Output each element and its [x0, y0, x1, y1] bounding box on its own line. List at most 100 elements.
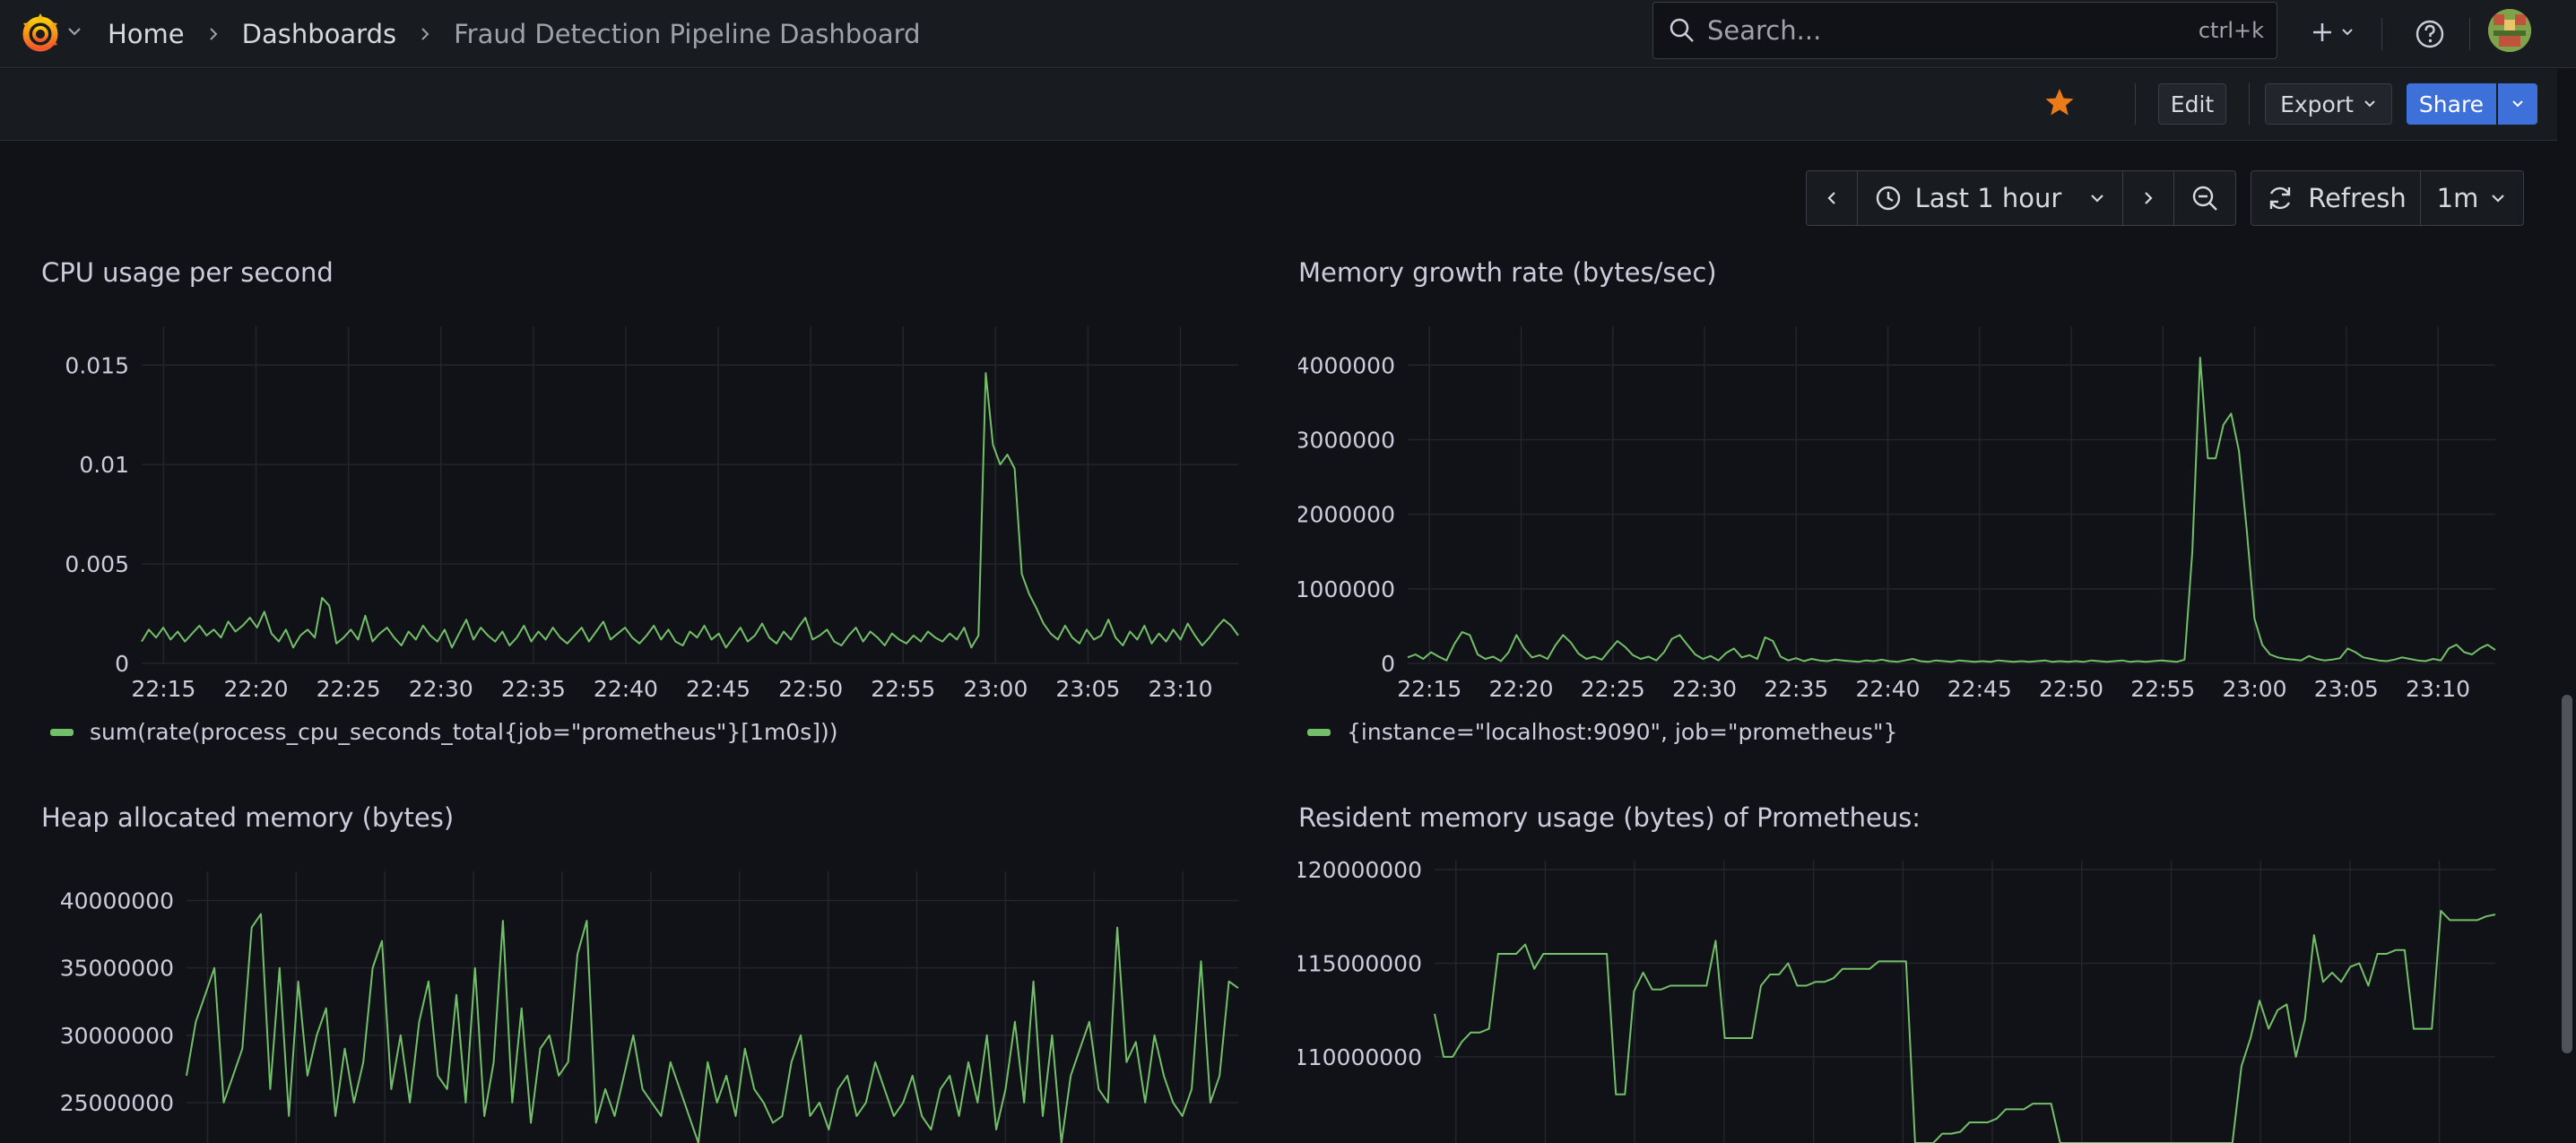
star-icon[interactable] — [2042, 85, 2077, 121]
divider — [2135, 83, 2136, 125]
dashboard-toolbar: Edit Export Share — [0, 69, 2557, 141]
chevron-down-icon — [2512, 100, 2523, 108]
page-scrollbar-thumb[interactable] — [2562, 695, 2572, 1053]
chevron-down-icon — [2091, 195, 2104, 203]
x-tick-label: 23:00 — [963, 676, 1028, 702]
new-menu-button[interactable] — [2304, 14, 2362, 50]
chevron-down-icon[interactable] — [65, 22, 84, 41]
help-icon[interactable] — [2412, 16, 2448, 52]
clock-icon — [1876, 186, 1900, 211]
time-range-label: Last 1 hour — [1914, 183, 2062, 213]
divider — [2249, 83, 2250, 125]
x-tick-label: 22:30 — [409, 676, 473, 702]
x-tick-label: 22:35 — [1764, 676, 1828, 702]
refresh-interval-label: 1m — [2436, 183, 2479, 213]
panel-memory-growth-rate[interactable]: Memory growth rate (bytes/sec) 0 1000000 2… — [1298, 257, 2504, 759]
breadcrumb-current-dashboard: Fraud Detection Pipeline Dashboard — [454, 19, 921, 49]
search-box[interactable]: ctrl+k — [1652, 2, 2277, 59]
x-tick-label: 22:40 — [1856, 676, 1921, 702]
y-tick-label: 40000000 — [60, 888, 174, 914]
x-tick-label: 22:20 — [224, 676, 289, 702]
chart-legend[interactable]: sum(rate(process_cpu_seconds_total{job="… — [50, 719, 838, 745]
x-tick-label: 22:30 — [1672, 676, 1737, 702]
chevron-right-icon — [209, 28, 218, 40]
y-tick-label: 0.005 — [65, 551, 129, 577]
x-tick-label: 23:10 — [1149, 676, 1213, 702]
y-tick-label: 1000000 — [1298, 576, 1395, 602]
chevron-down-icon — [2492, 195, 2505, 203]
x-tick-label: 23:00 — [2223, 676, 2287, 702]
x-tick-label: 23:05 — [1055, 676, 1120, 702]
x-tick-label: 22:20 — [1488, 676, 1553, 702]
refresh-interval-picker[interactable]: 1m — [2420, 170, 2524, 226]
y-tick-label: 4000000 — [1298, 352, 1395, 378]
y-tick-label: 25000000 — [60, 1090, 174, 1116]
y-tick-label: 2000000 — [1298, 502, 1395, 528]
series-line[interactable] — [186, 913, 1239, 1143]
y-tick-label: 0 — [115, 651, 129, 677]
x-tick-label: 22:35 — [501, 676, 566, 702]
breadcrumb-dashboards[interactable]: Dashboards — [242, 19, 396, 49]
plus-icon — [2313, 23, 2331, 41]
time-range-picker[interactable]: Last 1 hour — [1857, 170, 2123, 226]
share-options-button[interactable] — [2498, 83, 2537, 125]
zoom-out-icon — [2192, 186, 2217, 211]
chevron-right-icon — [421, 28, 429, 40]
refresh-icon — [2270, 186, 2291, 210]
cpu-usage-chart[interactable]: 0 0.005 0.01 0.015 22:15 22:20 22:25 22:30 22:35… — [41, 257, 1247, 714]
y-tick-label: 0 — [1381, 651, 1395, 677]
legend-color-swatch — [1307, 728, 1331, 736]
x-tick-label: 22:15 — [131, 676, 195, 702]
search-shortcut-hint: ctrl+k — [2198, 18, 2264, 43]
edit-button[interactable]: Edit — [2158, 83, 2226, 125]
chart-legend[interactable]: {instance="localhost:9090", job="prometh… — [1307, 719, 1897, 745]
time-range-back-button[interactable] — [1806, 170, 1858, 226]
x-tick-label: 22:45 — [686, 676, 750, 702]
y-tick-label: 3000000 — [1298, 427, 1395, 453]
breadcrumb-home[interactable]: Home — [108, 19, 185, 49]
memory-growth-rate-chart[interactable]: 0 1000000 2000000 3000000 4000000 22:15 22:20 2… — [1298, 257, 2504, 714]
x-tick-label: 22:45 — [1947, 676, 2012, 702]
y-tick-label: 120000000 — [1298, 857, 1422, 883]
export-button-label: Export — [2280, 91, 2354, 117]
chevron-down-icon — [2364, 100, 2375, 108]
divider — [2469, 18, 2470, 50]
x-tick-label: 23:05 — [2314, 676, 2379, 702]
chevron-right-icon — [2145, 192, 2153, 204]
time-range-forward-button[interactable] — [2122, 170, 2174, 226]
x-tick-label: 22:40 — [594, 676, 658, 702]
share-button[interactable]: Share — [2407, 83, 2496, 125]
x-tick-label: 22:50 — [778, 676, 843, 702]
x-tick-label: 22:55 — [871, 676, 935, 702]
x-tick-label: 22:25 — [1581, 676, 1645, 702]
panel-resident-memory-usage[interactable]: Resident memory usage (bytes) of Prometh… — [1298, 802, 2504, 1143]
breadcrumb: Home Dashboards Fraud Detection Pipeline… — [108, 16, 921, 52]
x-tick-label: 22:50 — [2039, 676, 2103, 702]
x-tick-label: 23:10 — [2406, 676, 2470, 702]
export-button[interactable]: Export — [2265, 83, 2392, 125]
chevron-down-icon — [2342, 29, 2353, 36]
panel-cpu-usage[interactable]: CPU usage per second 0 0.005 0.01 0.015 22:1… — [41, 257, 1247, 759]
y-tick-label: 0.015 — [65, 352, 129, 378]
grafana-logo-icon[interactable] — [18, 11, 63, 56]
panel-heap-allocated-memory[interactable]: Heap allocated memory (bytes) 25000000 30… — [41, 802, 1247, 1143]
resident-memory-usage-chart[interactable]: 110000000 115000000 120000000 — [1298, 802, 2504, 1143]
y-tick-label: 30000000 — [60, 1023, 174, 1049]
heap-allocated-memory-chart[interactable]: 25000000 30000000 35000000 40000000 — [41, 802, 1247, 1143]
avatar[interactable] — [2488, 9, 2531, 52]
y-tick-label: 0.01 — [79, 452, 129, 478]
legend-label: {instance="localhost:9090", job="prometh… — [1347, 719, 1898, 745]
refresh-label: Refresh — [2308, 183, 2407, 213]
legend-color-swatch — [50, 728, 74, 736]
top-navbar: Home Dashboards Fraud Detection Pipeline… — [0, 0, 2576, 68]
series-line[interactable] — [1434, 910, 2496, 1143]
series-line[interactable] — [1407, 357, 2496, 663]
series-line[interactable] — [141, 372, 1239, 649]
chevron-left-icon — [1827, 192, 1835, 204]
zoom-out-button[interactable] — [2173, 170, 2236, 226]
x-tick-label: 22:25 — [317, 676, 381, 702]
search-input[interactable] — [1707, 15, 2199, 46]
x-tick-label: 22:55 — [2130, 676, 2195, 702]
y-tick-label: 115000000 — [1298, 950, 1422, 976]
refresh-button[interactable]: Refresh — [2251, 170, 2421, 226]
